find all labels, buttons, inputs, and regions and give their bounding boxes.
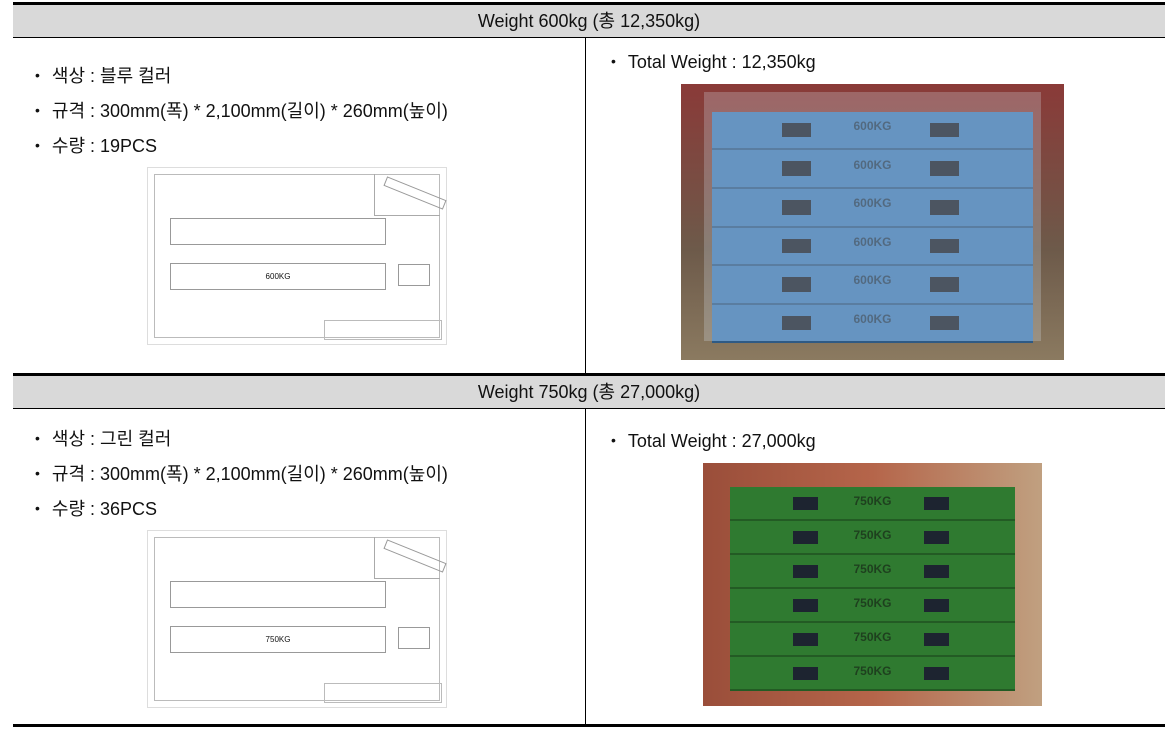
technical-drawing: 750KG xyxy=(147,530,447,708)
section-header-600kg: Weight 600kg (총 12,350kg) xyxy=(13,2,1165,38)
drawing-label: 750KG xyxy=(265,635,291,644)
weight-block: 750KG xyxy=(730,487,1015,522)
product-photo-green-weights: 750KG 750KG 750KG 750KG 750KG 750KG xyxy=(703,463,1042,706)
spec-list: 색상 : 블루 컬러 규격 : 300mm(폭) * 2,100mm(길이) *… xyxy=(35,58,448,163)
drawing-label: 600KG xyxy=(265,272,291,281)
spec-quantity: 수량 : 19PCS xyxy=(35,128,448,163)
spec-dimensions: 규격 : 300mm(폭) * 2,100mm(길이) * 260mm(높이) xyxy=(35,456,448,491)
column-divider xyxy=(585,409,586,724)
weight-block: 750KG xyxy=(730,555,1015,590)
weight-block: 750KG xyxy=(730,657,1015,692)
section-header-750kg: Weight 750kg (총 27,000kg) xyxy=(13,373,1165,409)
column-divider xyxy=(585,38,586,373)
weight-block: 750KG xyxy=(730,589,1015,624)
weight-block: 750KG xyxy=(730,623,1015,658)
total-weight: Total Weight : 12,350kg xyxy=(611,52,816,73)
spec-dimensions: 규격 : 300mm(폭) * 2,100mm(길이) * 260mm(높이) xyxy=(35,93,448,128)
spec-list: 색상 : 그린 컬러 규격 : 300mm(폭) * 2,100mm(길이) *… xyxy=(35,421,448,526)
section-row-600kg: 색상 : 블루 컬러 규격 : 300mm(폭) * 2,100mm(길이) *… xyxy=(13,38,1165,373)
spec-color: 색상 : 그린 컬러 xyxy=(35,421,448,456)
weight-table: Weight 600kg (총 12,350kg) 색상 : 블루 컬러 규격 … xyxy=(13,2,1165,732)
section-row-750kg: 색상 : 그린 컬러 규격 : 300mm(폭) * 2,100mm(길이) *… xyxy=(13,409,1165,727)
total-weight: Total Weight : 27,000kg xyxy=(611,431,816,452)
product-photo-blue-weights: 600KG 600KG 600KG 600KG 600KG 600KG xyxy=(681,84,1064,360)
technical-drawing: 600KG xyxy=(147,167,447,345)
spec-quantity: 수량 : 36PCS xyxy=(35,491,448,526)
weight-block: 750KG xyxy=(730,521,1015,556)
spec-color: 색상 : 블루 컬러 xyxy=(35,58,448,93)
